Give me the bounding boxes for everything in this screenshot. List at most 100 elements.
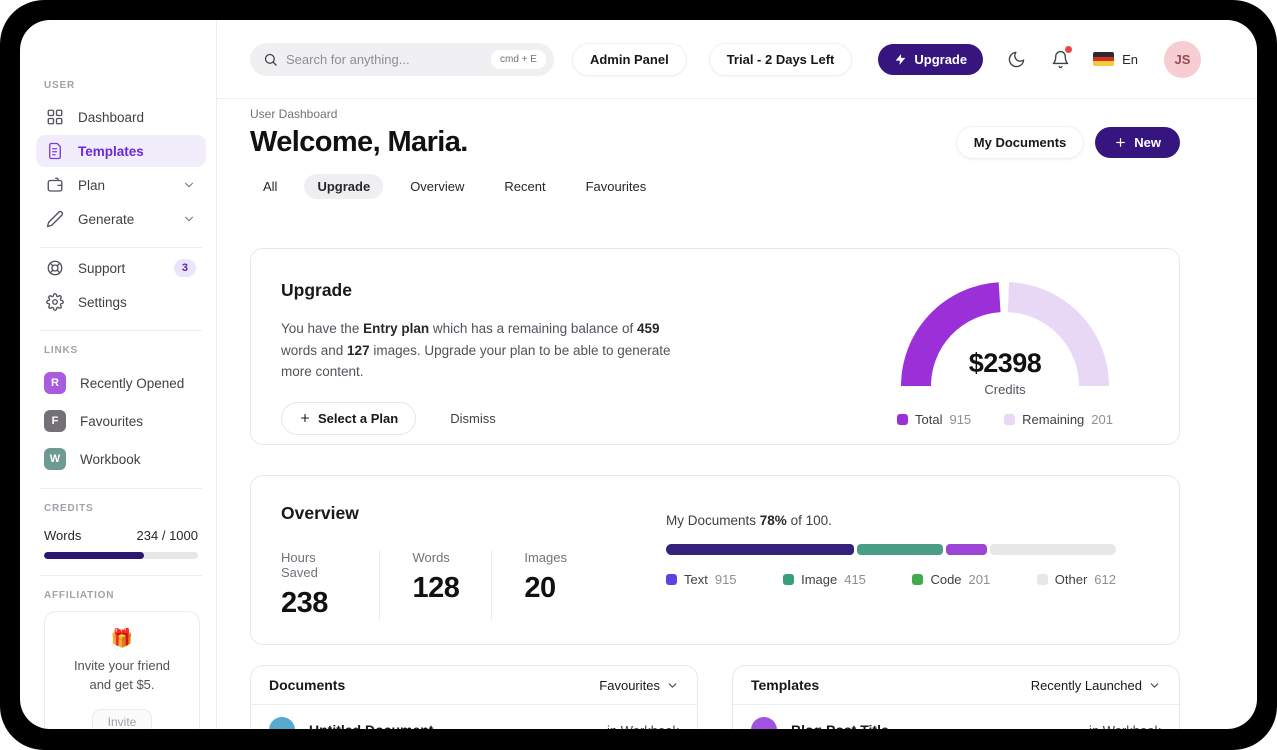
legend-swatch [1036,574,1048,585]
sidebar-item-templates[interactable]: Templates [36,135,206,167]
select-plan-button[interactable]: Select a Plan [281,401,417,435]
templates-filter-dropdown[interactable]: Recently Launched [1031,678,1161,693]
support-count-badge: 3 [173,259,196,277]
sidebar-item-plan[interactable]: Plan [36,169,206,201]
sidebar-item-support[interactable]: Support 3 [36,252,206,284]
stat-hours-saved: Hours Saved 238 [281,550,381,620]
stat-images: Images 20 [524,550,567,604]
link-initial-badge: R [44,372,66,394]
search-shortcut-badge: cmd + E [490,49,546,69]
sidebar-item-settings[interactable]: Settings [36,286,206,318]
credits-amount: $2398 [968,348,1042,378]
templates-card: Templates Recently Launched Blog Post Ti… [732,665,1180,729]
template-avatar [751,717,777,729]
sidebar-item-label: Dashboard [78,109,145,125]
sidebar-item-label: Generate [78,211,135,227]
user-avatar[interactable]: JS [1164,40,1201,78]
stacked-bar-segment [666,544,855,555]
plan-wallet-icon [47,177,63,192]
legend-item-code: Code 201 [912,572,990,587]
gift-icon: 🎁 [110,628,134,648]
upgrade-card-title: Upgrade [281,280,352,300]
admin-panel-button[interactable]: Admin Panel [571,42,687,76]
sidebar-link-recently-opened[interactable]: R Recently Opened [36,366,206,400]
document-list-item[interactable]: Untitled Document in Workbook [251,705,697,729]
tab-all[interactable]: All [250,174,290,199]
sidebar-item-dashboard[interactable]: Dashboard [36,101,206,133]
tab-favourites[interactable]: Favourites [573,174,660,199]
support-lifebuoy-icon [47,260,63,276]
lightning-bolt-icon [895,53,906,65]
sidebar-item-label: Settings [78,294,127,310]
divider [40,575,202,576]
sidebar: USER Dashboard Templates Plan Generate S… [20,20,217,729]
gear-icon [46,293,64,311]
trial-days-left-button[interactable]: Trial - 2 Days Left [708,42,853,76]
tab-overview[interactable]: Overview [397,174,477,199]
german-flag-icon [1093,52,1115,66]
documents-usage-chart: My Documents 78% of 100. Text 915 Image … [666,513,1116,644]
affiliation-card: 🎁 Invite your friend and get $5. Invite [44,611,200,729]
sidebar-item-label: Support [78,260,126,276]
sidebar-section-user: USER [44,80,75,91]
templates-card-title: Templates [751,677,820,693]
legend-item-other: Other 612 [1036,572,1116,587]
sidebar-item-generate[interactable]: Generate [36,203,206,235]
link-initial-badge: W [44,448,66,470]
main-area: cmd + E Admin Panel Trial - 2 Days Left … [217,20,1257,729]
sidebar-item-label: Templates [78,143,144,159]
plus-icon [1116,138,1126,147]
sidebar-link-label: Workbook [80,451,141,467]
new-button-label: New [1134,135,1161,150]
sidebar-section-links: LINKS [44,345,78,356]
sidebar-item-label: Plan [78,177,106,193]
search-icon [264,53,277,66]
overview-card: Overview Hours Saved 238 Words 128 Image… [250,475,1180,645]
chevron-down-icon [668,682,677,688]
search-input[interactable] [286,51,483,67]
sidebar-link-favourites[interactable]: F Favourites [36,404,206,438]
search-bar[interactable]: cmd + E [250,42,554,76]
legend-item-remaining: Remaining 201 [1004,412,1113,427]
language-selector[interactable]: En [1093,52,1138,67]
template-list-item[interactable]: Blog Post Title in Workbook [733,705,1179,729]
stacked-usage-bar [666,544,1116,555]
invite-button[interactable]: Invite [91,708,153,729]
chevron-down-icon [184,182,194,188]
select-plan-label: Select a Plan [318,410,399,426]
documents-card-title: Documents [269,677,346,693]
moon-icon [1008,51,1024,67]
sidebar-link-label: Favourites [80,413,144,429]
chevron-down-icon [184,216,194,222]
tab-upgrade[interactable]: Upgrade [304,174,384,199]
affiliation-text-line2: and get $5. [89,676,155,692]
chevron-down-icon [1150,682,1159,688]
stacked-bar-segment [945,544,988,555]
tab-recent[interactable]: Recent [491,174,558,199]
documents-filter-dropdown[interactable]: Favourites [599,678,679,693]
donut-legend: Total 915 Remaining 201 [895,412,1115,427]
legend-swatch [1004,414,1016,425]
sidebar-link-workbook[interactable]: W Workbook [36,442,206,476]
upgrade-button[interactable]: Upgrade [878,43,984,75]
page-content: User Dashboard Welcome, Maria. My Docume… [217,99,1257,729]
plus-icon [300,414,310,423]
usage-caption: My Documents 78% of 100. [666,513,832,528]
new-button[interactable]: New [1095,127,1180,158]
my-documents-button[interactable]: My Documents [955,126,1085,159]
legend-item-image: Image 415 [783,572,866,587]
dismiss-button[interactable]: Dismiss [450,411,496,426]
notifications-button[interactable] [1049,46,1073,70]
templates-document-icon [49,142,61,160]
affiliation-text-line1: Invite your friend [73,658,171,673]
credits-progress-fill [44,552,145,559]
overview-stats: Hours Saved 238 Words 128 Images 20 [281,550,631,620]
credits-donut-chart: $2398 Credits Total 915 Remaining 201 [895,279,1115,444]
notification-dot [1065,46,1073,53]
topbar: cmd + E Admin Panel Trial - 2 Days Left … [217,20,1257,99]
generate-pencil-icon [46,210,64,228]
legend-swatch [912,574,924,585]
legend-swatch [666,574,677,585]
dark-mode-toggle[interactable] [1005,48,1027,70]
stat-words: Words 128 [412,550,493,620]
